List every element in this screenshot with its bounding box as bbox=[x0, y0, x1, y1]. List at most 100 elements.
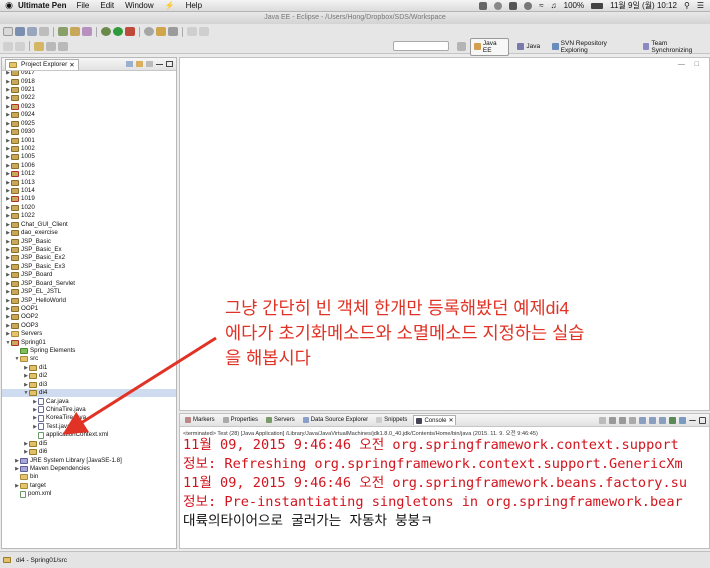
external-tools-icon[interactable] bbox=[125, 27, 135, 36]
perspective-svn[interactable]: SVN Repository Exploring bbox=[548, 38, 635, 56]
tree-item[interactable]: ▶ OOP3 bbox=[5, 322, 38, 330]
tree-item[interactable]: ▶ target bbox=[14, 482, 46, 490]
tree-item[interactable]: Spring Elements bbox=[14, 347, 75, 355]
tree-item[interactable]: ▶ 0930 bbox=[5, 128, 35, 136]
tree-item[interactable]: ▶ 1012 bbox=[5, 170, 35, 178]
collapse-all-icon[interactable] bbox=[126, 61, 133, 67]
perspective-java-ee[interactable]: Java EE bbox=[470, 37, 510, 56]
tree-item[interactable]: ▶ JSP_Board bbox=[5, 271, 52, 279]
remove-launch-icon[interactable] bbox=[609, 416, 616, 424]
nav-forward-icon[interactable] bbox=[58, 41, 68, 51]
tree-item[interactable]: ▶ 0918 bbox=[5, 77, 35, 85]
battery-level[interactable]: 100% bbox=[564, 1, 584, 10]
tree-item[interactable]: ▶ 1002 bbox=[5, 145, 35, 153]
tree-item[interactable]: ▼ di4 bbox=[2, 388, 176, 398]
tree-item[interactable]: ▶ di6 bbox=[23, 448, 47, 456]
clock[interactable]: 11월 9일 (월) 10:12 bbox=[610, 0, 677, 11]
minimize-icon[interactable] bbox=[156, 61, 163, 65]
pin-console-icon[interactable] bbox=[659, 416, 666, 424]
tree-item[interactable]: ▶ Car.java bbox=[32, 397, 69, 406]
tree-item[interactable]: ▶ Test.java bbox=[32, 423, 70, 431]
new-wizard-icon[interactable] bbox=[70, 27, 80, 36]
tree-item[interactable]: ▶ JSP_Basic_Ex3 bbox=[5, 263, 65, 271]
tree-item[interactable]: ▶ 1022 bbox=[5, 212, 35, 220]
perspective-java[interactable]: Java bbox=[513, 41, 544, 52]
tab-project-explorer[interactable]: Project Explorer ✕ bbox=[5, 58, 79, 70]
tree-item[interactable]: ▶ OOP1 bbox=[5, 305, 38, 313]
next-annotation-icon[interactable] bbox=[3, 41, 13, 51]
quick-access-input[interactable] bbox=[393, 41, 449, 51]
tree-item[interactable]: applicationContext.xml bbox=[32, 431, 108, 439]
annotation-icon[interactable] bbox=[156, 27, 166, 36]
editor-window-controls[interactable]: — □ bbox=[678, 61, 703, 68]
last-edit-icon[interactable] bbox=[34, 41, 44, 51]
search-icon[interactable] bbox=[144, 27, 154, 36]
tree-item[interactable]: ▶ ChinaTire.java bbox=[32, 406, 86, 414]
minimize-icon[interactable] bbox=[689, 417, 696, 421]
tree-item[interactable]: ▶ 1013 bbox=[5, 178, 35, 186]
display-console-icon[interactable] bbox=[669, 416, 676, 424]
tree-item[interactable]: ▶ 0921 bbox=[5, 86, 35, 94]
close-icon[interactable]: ✕ bbox=[69, 61, 74, 69]
app-name-menu[interactable]: Ultimate Pen bbox=[18, 1, 66, 10]
debug-icon[interactable] bbox=[101, 27, 111, 36]
save-all-icon[interactable] bbox=[27, 27, 37, 36]
menu-help[interactable]: Help bbox=[186, 1, 202, 10]
tree-item[interactable]: ▶ di1 bbox=[23, 364, 47, 372]
save-icon[interactable] bbox=[15, 27, 25, 36]
tree-item[interactable]: ▶ 1019 bbox=[5, 195, 35, 203]
tree-item[interactable]: ▶ 1014 bbox=[5, 187, 35, 195]
tree-item[interactable]: ▶ dao_exercise bbox=[5, 229, 58, 237]
open-perspective-icon[interactable] bbox=[457, 42, 467, 51]
tab-console[interactable]: Console ✕ bbox=[413, 415, 457, 425]
tree-item[interactable]: ▶ 1001 bbox=[5, 136, 35, 144]
maximize-icon[interactable] bbox=[699, 416, 706, 424]
maximize-icon[interactable] bbox=[166, 61, 173, 67]
notification-center-icon[interactable]: ☰ bbox=[697, 1, 704, 10]
new-icon[interactable] bbox=[3, 27, 13, 36]
tree-item[interactable]: ▶ Chat_GUI_Client bbox=[5, 221, 68, 229]
apple-menu-icon[interactable]: ◉ bbox=[0, 0, 18, 11]
tree-item[interactable]: ▶ JSP_Basic_Ex bbox=[5, 246, 62, 254]
print-icon[interactable] bbox=[39, 27, 49, 36]
tab-data-source-explorer[interactable]: Data Source Explorer bbox=[301, 416, 370, 424]
back-icon[interactable] bbox=[187, 27, 197, 36]
wifi-icon[interactable]: ≈ bbox=[539, 1, 543, 10]
tree-item[interactable]: ▶ KoreaTire.java bbox=[32, 414, 86, 422]
tree-item[interactable]: ▼ Spring01 bbox=[5, 338, 46, 346]
clear-console-icon[interactable] bbox=[629, 416, 636, 424]
view-menu-icon[interactable] bbox=[146, 61, 153, 67]
scroll-lock-icon[interactable] bbox=[639, 416, 646, 424]
tree-item[interactable]: ▶ Servers bbox=[5, 330, 42, 338]
nav-back-icon[interactable] bbox=[46, 41, 56, 51]
volume-icon[interactable]: ♫ bbox=[551, 1, 557, 10]
tree-item[interactable]: ▶ JSP_Basic bbox=[5, 237, 51, 245]
tab-servers[interactable]: Servers bbox=[264, 416, 297, 424]
tree-item[interactable]: ▶ 1005 bbox=[5, 153, 35, 161]
tray-settings-icon[interactable] bbox=[524, 1, 533, 10]
forward-icon[interactable] bbox=[199, 27, 209, 36]
link-editor-icon[interactable] bbox=[136, 61, 143, 67]
tree-item[interactable]: ▶ 0922 bbox=[5, 94, 35, 102]
tree-item[interactable]: ▼ src bbox=[14, 355, 38, 363]
tray-app-icon[interactable] bbox=[479, 1, 488, 10]
tree-item[interactable]: ▶ 1020 bbox=[5, 204, 35, 212]
prev-annotation-icon[interactable] bbox=[15, 41, 25, 51]
tree-item[interactable]: bin bbox=[14, 473, 38, 481]
open-console-icon[interactable] bbox=[679, 416, 686, 424]
tab-properties[interactable]: Properties bbox=[221, 416, 260, 424]
lightning-icon[interactable]: ⚡ bbox=[165, 1, 175, 10]
tree-item[interactable]: ▶ Maven Dependencies bbox=[14, 465, 90, 473]
tree-item[interactable]: ▶ 0923 bbox=[5, 103, 35, 111]
tray-cloud-icon[interactable] bbox=[494, 1, 503, 10]
close-icon[interactable]: ✕ bbox=[448, 417, 453, 424]
tree-item[interactable]: ▶ 0924 bbox=[5, 111, 35, 119]
server-icon[interactable] bbox=[58, 27, 68, 36]
tree-item[interactable]: ▶ OOP2 bbox=[5, 313, 38, 321]
word-wrap-icon[interactable] bbox=[649, 416, 656, 424]
tree-item[interactable]: ▶ JSP_Board_Servlet bbox=[5, 280, 75, 288]
remove-all-icon[interactable] bbox=[619, 416, 626, 424]
tree-item[interactable]: ▶ di5 bbox=[23, 439, 47, 447]
tree-item[interactable]: ▶ JSP_HelloWorld bbox=[5, 296, 66, 304]
menu-file[interactable]: File bbox=[76, 1, 89, 10]
